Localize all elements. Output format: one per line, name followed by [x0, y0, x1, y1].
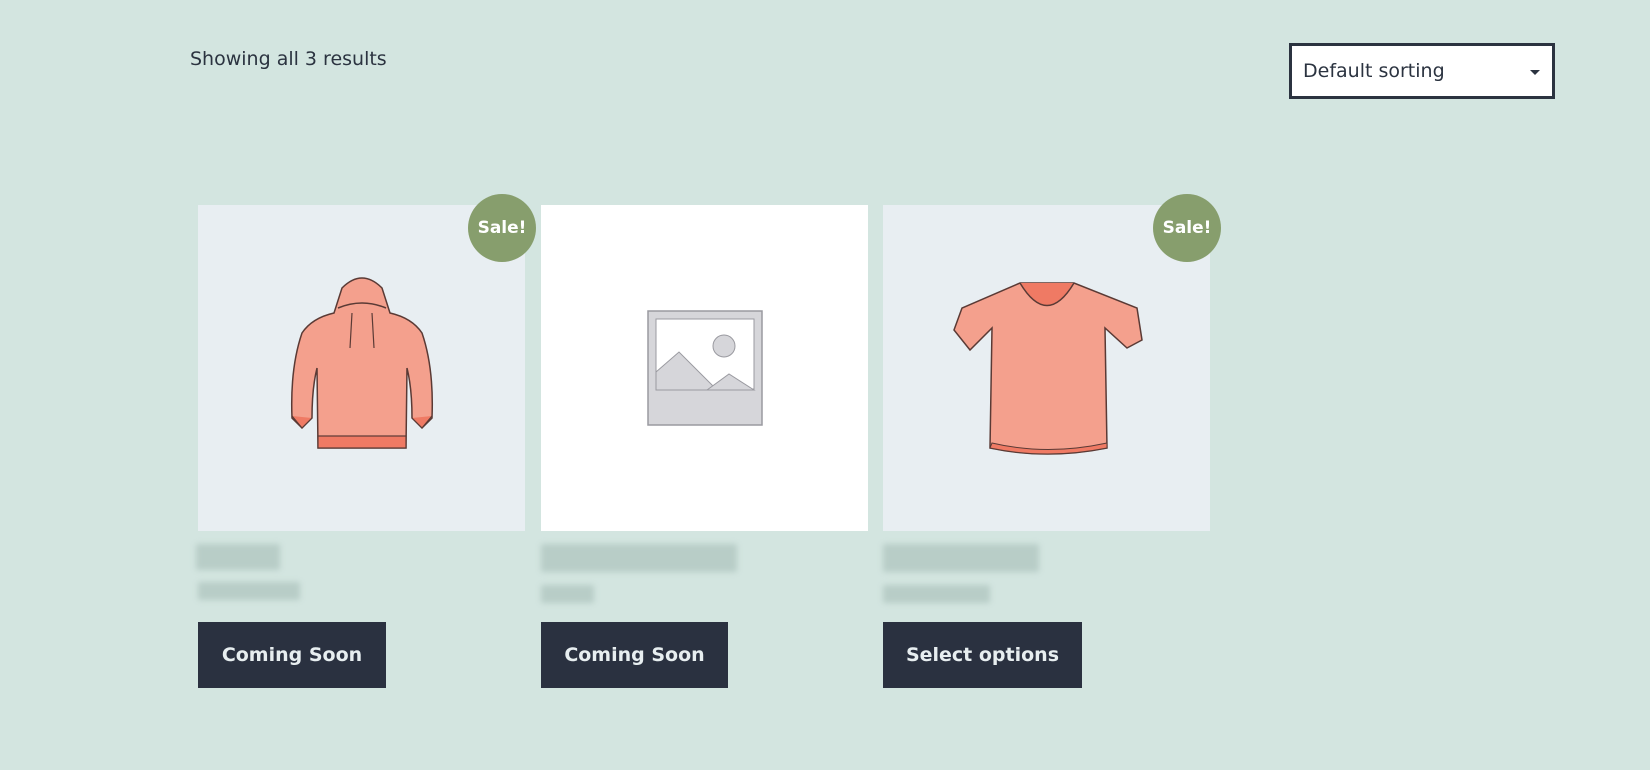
hoodie-image: [290, 277, 433, 449]
product-title-blurred: [196, 544, 280, 570]
result-count: Showing all 3 results: [190, 48, 387, 70]
coming-soon-button[interactable]: Coming Soon: [541, 622, 728, 688]
product-price-blurred: [198, 582, 300, 600]
product-image-link[interactable]: [541, 205, 868, 531]
select-options-button[interactable]: Select options: [883, 622, 1082, 688]
product-card-hoodie: Sale!: [198, 194, 536, 531]
coming-soon-button[interactable]: Coming Soon: [198, 622, 386, 688]
sale-badge: Sale!: [1153, 194, 1221, 262]
product-image-link[interactable]: Sale!: [198, 194, 536, 531]
product-card-tshirt: Sale!: [883, 194, 1221, 531]
product-image-link[interactable]: Sale!: [883, 194, 1221, 531]
chevron-down-icon: [1530, 70, 1540, 75]
product-price-blurred: [883, 585, 990, 603]
product-title-blurred: [541, 544, 737, 572]
sorting-select[interactable]: Default sorting: [1289, 43, 1555, 99]
sale-badge: Sale!: [468, 194, 536, 262]
product-price-blurred: [541, 585, 594, 603]
product-title-blurred: [883, 544, 1039, 572]
sorting-selected-value: Default sorting: [1303, 60, 1445, 82]
t-shirt-image: [952, 282, 1143, 455]
product-card-placeholder: [541, 205, 868, 531]
image-placeholder-icon: [646, 310, 763, 426]
